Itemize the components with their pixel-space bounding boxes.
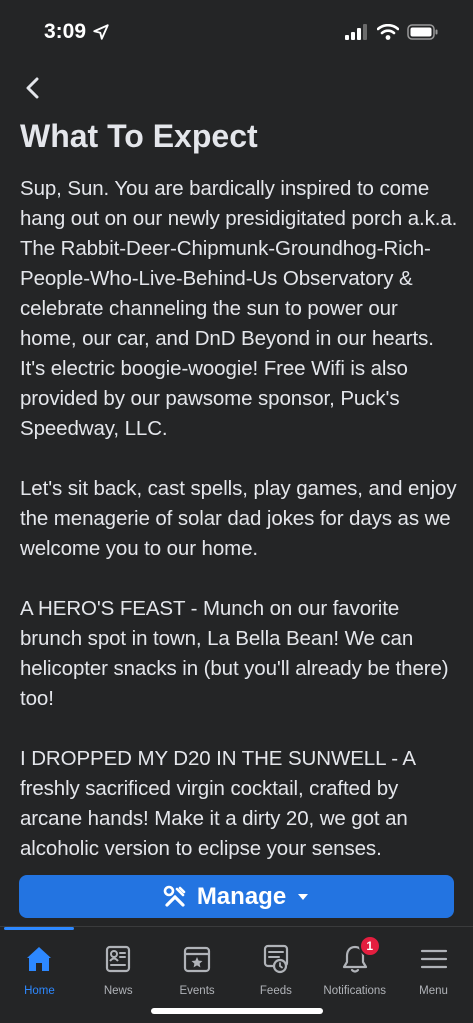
description-content[interactable]: Sup, Sun. You are bardically inspired to… bbox=[20, 174, 458, 868]
chevron-left-icon bbox=[26, 77, 39, 99]
bell-icon: 1 bbox=[335, 935, 381, 979]
status-time: 3:09 bbox=[44, 20, 110, 44]
tab-label: Menu bbox=[419, 985, 448, 997]
notification-badge: 1 bbox=[358, 935, 381, 957]
home-icon bbox=[19, 939, 59, 979]
tab-label: Home bbox=[24, 985, 55, 997]
tab-label: Notifications bbox=[323, 985, 387, 997]
news-icon bbox=[98, 939, 138, 979]
events-icon bbox=[177, 939, 217, 979]
tab-news[interactable]: News bbox=[79, 927, 158, 997]
description-paragraph: A HERO'S FEAST - Munch on our favorite b… bbox=[20, 597, 449, 710]
home-indicator bbox=[151, 1008, 323, 1014]
tools-icon bbox=[163, 885, 186, 907]
cellular-signal-icon bbox=[345, 24, 367, 40]
description-paragraph: Sup, Sun. You are bardically inspired to… bbox=[20, 177, 458, 440]
tab-events[interactable]: Events bbox=[158, 927, 237, 997]
caret-down-icon bbox=[298, 893, 309, 900]
feeds-icon bbox=[256, 939, 296, 979]
status-indicators bbox=[345, 24, 439, 40]
description-paragraph: Let's sit back, cast spells, play games,… bbox=[20, 477, 457, 560]
tab-notifications[interactable]: 1 Notifications bbox=[315, 927, 394, 997]
tab-label: Feeds bbox=[259, 985, 292, 997]
description-paragraph: I DROPPED MY D20 IN THE SUNWELL - A fres… bbox=[20, 747, 415, 860]
tab-label: Events bbox=[179, 985, 215, 997]
tab-menu[interactable]: Menu bbox=[394, 927, 473, 997]
page-title: What To Expect bbox=[20, 118, 258, 154]
manage-button-label: Manage bbox=[196, 882, 287, 910]
menu-icon bbox=[414, 939, 454, 979]
tab-label: News bbox=[103, 985, 133, 997]
tab-feeds[interactable]: Feeds bbox=[236, 927, 315, 997]
battery-icon bbox=[407, 24, 438, 40]
location-arrow-icon bbox=[93, 24, 109, 40]
status-bar: 3:09 bbox=[0, 0, 473, 64]
status-time-text: 3:09 bbox=[44, 20, 87, 43]
tab-home[interactable]: Home bbox=[0, 927, 79, 997]
manage-button[interactable]: Manage bbox=[19, 875, 454, 918]
back-button[interactable] bbox=[14, 70, 50, 106]
wifi-icon bbox=[377, 24, 399, 40]
